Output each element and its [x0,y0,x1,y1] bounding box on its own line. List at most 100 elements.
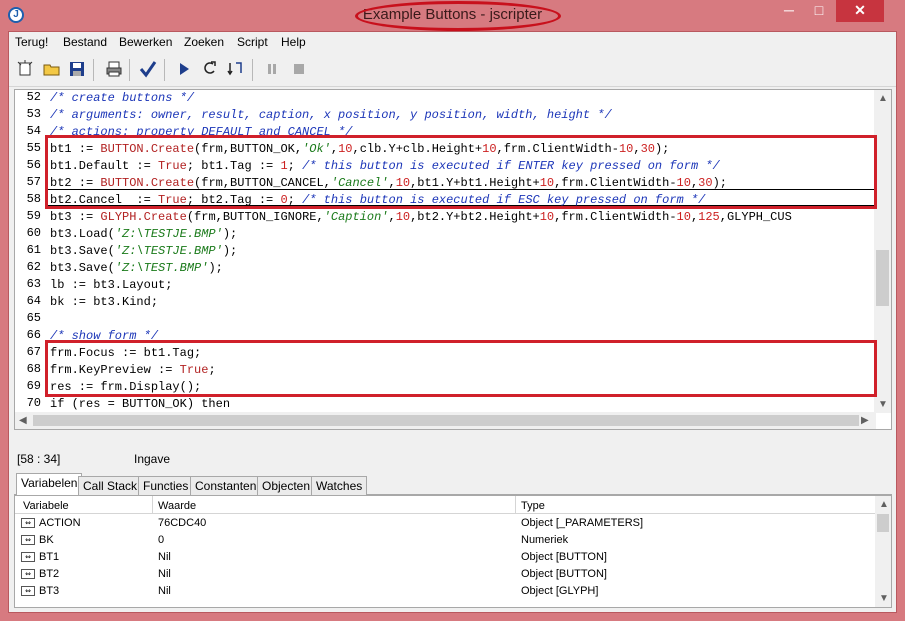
menu-zoeken[interactable]: Zoeken [184,35,224,49]
code-token: lb := bt3.Layout; [50,278,173,292]
variable-value: Nil [158,568,171,580]
code-token: 125 [698,210,720,224]
table-row[interactable]: ⇔ BT2 Nil Object [BUTTON] [15,566,875,583]
code-token: ,frm.ClientWidth- [554,210,677,224]
variable-icon: ⇔ [21,518,35,528]
column-divider[interactable] [152,496,153,514]
variable-type: Object [_PARAMETERS] [521,517,644,529]
line-number: 58 [26,192,41,206]
code-line[interactable]: /* arguments: owner, result, caption, x … [50,107,612,124]
step-over-icon[interactable] [225,60,247,80]
print-icon[interactable] [103,60,125,80]
line-number: 69 [26,379,41,393]
code-token: ,GLYPH_CUS [719,210,792,224]
variable-icon: ⇔ [21,552,35,562]
code-line[interactable]: bt3 := GLYPH.Create(frm,BUTTON_IGNORE,'C… [50,209,792,226]
scroll-down-icon[interactable]: ▼ [879,591,889,606]
column-divider[interactable] [515,496,516,514]
column-header-variabele[interactable]: Variabele [23,500,69,512]
variable-type: Object [BUTTON] [521,551,607,563]
cursor-position: [58 : 34] [17,452,61,466]
code-token: if (res = BUTTON_OK) then [50,397,231,411]
table-header: Variabele Waarde Type [15,496,875,514]
code-line[interactable]: bt3.Save('Z:\TEST.BMP'); [50,260,223,277]
line-number: 61 [26,243,41,257]
menu-script[interactable]: Script [237,35,268,49]
line-number: 59 [26,209,41,223]
code-line[interactable]: bt3.Load('Z:\TESTJE.BMP'); [50,226,237,243]
code-line[interactable]: if (res = BUTTON_OK) then [50,396,230,413]
table-row[interactable]: ⇔ BT3 Nil Object [GLYPH] [15,583,875,600]
column-header-waarde[interactable]: Waarde [158,500,196,512]
variable-type: Numeriek [521,534,569,546]
code-line[interactable]: bt3.Save('Z:\TESTJE.BMP'); [50,243,237,260]
code-token: 10 [395,210,411,224]
column-header-type[interactable]: Type [521,500,545,512]
code-token: /* create buttons */ [50,91,195,105]
step-into-icon[interactable] [199,60,221,80]
variable-value: Nil [158,585,171,597]
scroll-left-icon[interactable]: ◀ [19,413,27,428]
toolbar [9,53,896,87]
scroll-right-icon[interactable]: ▶ [861,413,869,428]
menu-help[interactable]: Help [281,35,306,49]
code-token: 10 [539,210,555,224]
debug-tabs: Variabelen Call Stack Functies Constante… [14,473,892,496]
title-bar[interactable]: J Example Buttons - jscripter ─ □ ✕ [0,0,905,31]
variables-scrollbar[interactable]: ▲ ▼ [875,496,891,607]
variable-name: BK [39,534,54,546]
tab-watches[interactable]: Watches [311,476,368,495]
new-file-icon[interactable] [14,60,36,80]
pause-icon[interactable] [261,60,283,80]
code-token: , [388,210,396,224]
code-line[interactable]: /* create buttons */ [50,90,194,107]
code-line[interactable]: lb := bt3.Layout; [50,277,172,294]
horizontal-scroll-thumb[interactable] [33,415,859,426]
save-icon[interactable] [66,60,88,80]
tab-variabelen[interactable]: Variabelen [16,473,83,496]
line-number: 67 [26,345,41,359]
minimize-button[interactable]: ─ [775,0,803,22]
line-number: 55 [26,141,41,155]
maximize-button[interactable]: □ [805,0,833,22]
code-token: ); [222,244,238,258]
menu-terug[interactable]: Terug! [15,35,48,49]
line-number: 65 [26,311,41,325]
tab-objecten[interactable]: Objecten [257,476,316,495]
variable-icon: ⇔ [21,569,35,579]
code-token: 10 [676,210,691,224]
table-row[interactable]: ⇔ ACTION 76CDC40 Object [_PARAMETERS] [15,515,875,532]
code-line[interactable]: bk := bt3.Kind; [50,294,158,311]
scroll-up-icon[interactable]: ▲ [878,91,888,106]
open-folder-icon[interactable] [41,60,63,80]
code-editor[interactable]: 5253545556575859606162636465666768697071… [14,89,892,430]
client-area: Terug! Bestand Bewerken Zoeken Script He… [8,31,897,613]
tab-call-stack[interactable]: Call Stack [78,476,143,495]
line-number-gutter: 5253545556575859606162636465666768697071 [15,90,45,427]
scroll-down-icon[interactable]: ▼ [878,397,888,412]
code-token: bk := bt3.Kind; [50,295,159,309]
vertical-scroll-thumb[interactable] [876,250,889,306]
code-token: /* arguments: owner, result, caption, x … [50,108,612,122]
code-token: bt3.Save( [50,244,115,258]
check-icon[interactable] [137,60,159,80]
code-token: GLYPH.Create [100,210,187,224]
variable-name: BT1 [39,551,60,563]
close-button[interactable]: ✕ [836,0,884,22]
stop-icon[interactable] [288,60,310,80]
menu-bewerken[interactable]: Bewerken [119,35,172,49]
tab-functies[interactable]: Functies [138,476,194,495]
code-token: (frm,BUTTON_IGNORE, [186,210,324,224]
variables-scroll-thumb[interactable] [877,514,889,532]
run-icon[interactable] [173,60,195,80]
code-token: ); [208,261,223,275]
tab-constanten[interactable]: Constanten [190,476,262,495]
variable-name: BT3 [39,585,60,597]
horizontal-scrollbar[interactable]: ◀ ▶ [15,412,876,429]
table-row[interactable]: ⇔ BK 0 Numeriek [15,532,875,549]
table-row[interactable]: ⇔ BT1 Nil Object [BUTTON] [15,549,875,566]
menu-bestand[interactable]: Bestand [63,35,107,49]
scroll-up-icon[interactable]: ▲ [879,497,889,512]
code-token: 'Z:\TESTJE.BMP' [114,244,223,258]
toolbar-separator [129,59,130,81]
